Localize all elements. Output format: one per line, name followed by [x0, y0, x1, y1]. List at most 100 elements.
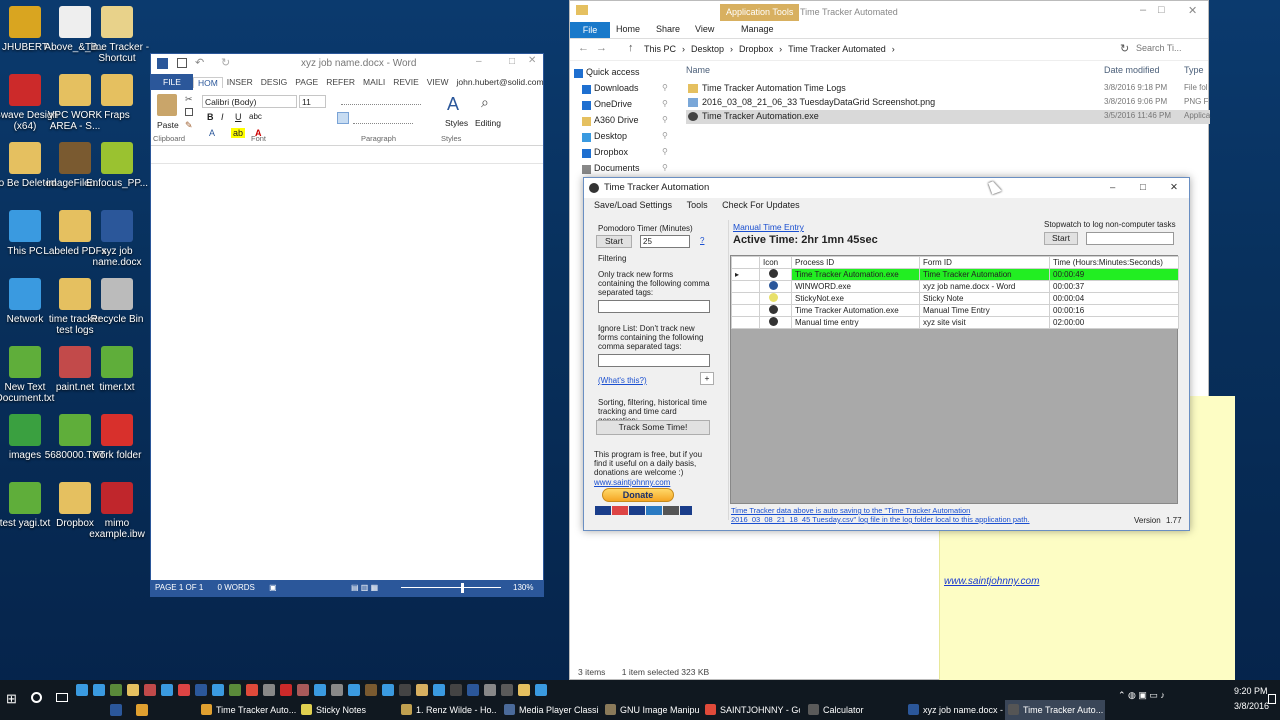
desktop-icon[interactable]: Time Tracker - Shortcut: [83, 6, 151, 64]
tab-insert[interactable]: INSER: [223, 77, 257, 87]
quick-launch-icon[interactable]: [144, 684, 156, 696]
breadcrumb[interactable]: This PC › Desktop › Dropbox › Time Tracker Aut…: [644, 44, 901, 54]
quick-launch-icon[interactable]: [297, 684, 309, 696]
desktop-icon[interactable]: Enfocus_PP...: [83, 142, 151, 189]
pinned-app-icon[interactable]: [136, 704, 148, 716]
menu-save-load[interactable]: Save/Load Settings: [594, 200, 672, 210]
grid-cell-time[interactable]: 00:00:16: [1049, 303, 1179, 317]
word-document[interactable]: [151, 147, 543, 580]
word-window[interactable]: ↶ ↻ xyz job name.docx - Word – □ ✕ FILE …: [150, 53, 544, 597]
breadcrumb-separator-icon[interactable]: ›: [779, 44, 782, 54]
grid-cell-process[interactable]: Time Tracker Automation.exe: [791, 267, 920, 281]
explorer-manage-tab[interactable]: Manage: [741, 24, 774, 34]
italic-button[interactable]: I: [221, 112, 224, 122]
autosave-note[interactable]: Time Tracker data above is auto saving t…: [731, 506, 1051, 524]
quick-launch-icon[interactable]: [331, 684, 343, 696]
breadcrumb-item[interactable]: Desktop: [691, 44, 724, 54]
desktop-icon[interactable]: mimo example.ibw: [83, 482, 151, 540]
nav-item[interactable]: A360 Drive ⚲: [576, 115, 676, 131]
stopwatch-start-button[interactable]: Start: [1044, 232, 1078, 245]
minimize-icon[interactable]: –: [1110, 178, 1115, 198]
grid-col-icon[interactable]: Icon: [759, 256, 792, 269]
redo-icon[interactable]: ↻: [221, 56, 230, 69]
pomodoro-start-button[interactable]: Start: [596, 235, 632, 248]
quick-launch-icon[interactable]: [365, 684, 377, 696]
file-row[interactable]: 2016_03_08_21_06_33 TuesdayDataGrid Scre…: [686, 96, 1210, 110]
grid-cell-form[interactable]: xyz job name.docx - Word: [919, 279, 1050, 293]
taskbar-task[interactable]: 1. Renz Wilde - Ho...: [398, 700, 496, 720]
pin-icon[interactable]: ⚲: [662, 131, 668, 140]
grid-row[interactable]: StickyNot.exe Sticky Note 00:00:04: [731, 291, 1179, 305]
quick-launch-icon[interactable]: [229, 684, 241, 696]
view-icons[interactable]: ▤ ▥ ▦: [351, 580, 378, 596]
copy-icon[interactable]: [185, 108, 193, 116]
sticky-link[interactable]: www.saintjohnny.com: [944, 576, 1039, 587]
desktop-icon[interactable]: timer.txt: [83, 346, 151, 393]
grid-cell-process[interactable]: Time Tracker Automation.exe: [791, 303, 920, 317]
grid-col-process[interactable]: Process ID: [791, 256, 920, 269]
grid-cell-form[interactable]: Time Tracker Automation: [919, 267, 1050, 281]
grid-cell-form[interactable]: Sticky Note: [919, 291, 1050, 305]
breadcrumb-separator-icon[interactable]: ›: [730, 44, 733, 54]
explorer-share-tab[interactable]: Share: [656, 24, 680, 34]
column-date[interactable]: Date modified: [1104, 65, 1160, 75]
tt-titlebar[interactable]: Time Tracker Automation – □ ✕: [584, 178, 1189, 198]
tab-view[interactable]: VIEW: [423, 77, 453, 87]
breadcrumb-item[interactable]: This PC: [644, 44, 676, 54]
application-tools-tab[interactable]: Application Tools: [720, 4, 800, 21]
quick-launch-icon[interactable]: [416, 684, 428, 696]
donate-button[interactable]: Donate: [602, 488, 674, 502]
tab-page[interactable]: PAGE: [291, 77, 322, 87]
pin-icon[interactable]: ⚲: [662, 115, 668, 124]
zoom-thumb[interactable]: [461, 583, 464, 593]
grid-row-selector[interactable]: [731, 279, 760, 293]
menu-check-updates[interactable]: Check For Updates: [722, 200, 800, 210]
minimize-icon[interactable]: –: [1140, 4, 1146, 16]
pin-icon[interactable]: ⚲: [662, 83, 668, 92]
task-view-icon[interactable]: [56, 693, 68, 702]
track-tags-input[interactable]: [598, 300, 710, 313]
quick-launch-icon[interactable]: [535, 684, 547, 696]
search-box[interactable]: Search Ti...: [1136, 43, 1182, 53]
grid-col-form[interactable]: Form ID: [919, 256, 1050, 269]
stopwatch-display[interactable]: [1086, 232, 1174, 245]
paste-label[interactable]: Paste: [157, 120, 179, 130]
explorer-file-tab[interactable]: File: [570, 22, 610, 38]
quick-launch-icon[interactable]: [76, 684, 88, 696]
grid-row-selector[interactable]: [731, 303, 760, 317]
quick-launch-icon[interactable]: [382, 684, 394, 696]
quick-launch-icon[interactable]: [314, 684, 326, 696]
grid-cell-time[interactable]: 00:00:49: [1049, 267, 1179, 281]
status-words[interactable]: 0 WORDS: [218, 583, 255, 592]
refresh-icon[interactable]: ↻: [1120, 42, 1129, 55]
add-filter-button[interactable]: +: [700, 372, 714, 385]
menu-tools[interactable]: Tools: [687, 200, 708, 210]
close-icon[interactable]: ✕: [528, 55, 536, 66]
taskbar-task[interactable]: xyz job name.docx -...: [905, 700, 1003, 720]
nav-item[interactable]: OneDrive ⚲: [576, 99, 676, 115]
up-icon[interactable]: ↑: [628, 42, 634, 54]
time-tracker-window[interactable]: Time Tracker Automation – □ ✕ Save/Load …: [583, 177, 1190, 531]
pin-icon[interactable]: ⚲: [662, 99, 668, 108]
quick-launch-icon[interactable]: [399, 684, 411, 696]
alignment-buttons[interactable]: [353, 112, 413, 124]
quick-launch-icon[interactable]: [127, 684, 139, 696]
maximize-icon[interactable]: □: [1158, 4, 1165, 16]
text-effects-icon[interactable]: A: [209, 128, 215, 138]
quick-launch-icon[interactable]: [280, 684, 292, 696]
quick-launch-icon[interactable]: [161, 684, 173, 696]
pomodoro-minutes-input[interactable]: 25: [640, 235, 690, 248]
pomodoro-help-link[interactable]: ?: [700, 236, 704, 245]
undo-icon[interactable]: ↶: [195, 56, 204, 69]
search-icon[interactable]: [31, 692, 42, 703]
desktop-icon[interactable]: Recycle Bin: [83, 278, 151, 325]
zoom-slider[interactable]: [401, 587, 501, 588]
tab-mailings[interactable]: MAILI: [359, 77, 389, 87]
tab-home[interactable]: HOM: [192, 76, 223, 88]
column-type[interactable]: Type: [1184, 65, 1204, 75]
strikethrough-button[interactable]: abc: [249, 112, 262, 121]
grid-cell-process[interactable]: Manual time entry: [791, 315, 920, 329]
zoom-level[interactable]: 130%: [513, 580, 533, 596]
quick-launch-icon[interactable]: [433, 684, 445, 696]
tab-references[interactable]: REFER: [322, 77, 359, 87]
